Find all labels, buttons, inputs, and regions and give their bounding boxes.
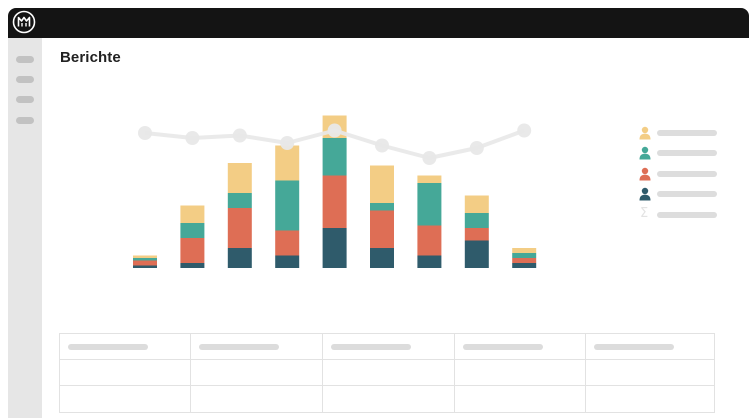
bar-segment-6-4[interactable] xyxy=(370,165,394,204)
bar-segment-3-4[interactable] xyxy=(227,163,252,193)
legend-item-3 xyxy=(638,167,728,181)
bar-segment-2-3[interactable] xyxy=(180,223,205,238)
bar-segment-1-3[interactable] xyxy=(133,258,157,261)
table-cell xyxy=(323,386,455,412)
table-cell xyxy=(191,360,323,385)
bar-segment-7-4[interactable] xyxy=(417,175,442,184)
table-cell xyxy=(586,386,714,412)
trend-point-1[interactable] xyxy=(138,126,152,140)
bar-segment-2-2[interactable] xyxy=(180,238,205,263)
cell-placeholder xyxy=(463,344,543,350)
trend-point-7[interactable] xyxy=(422,151,437,165)
bar-segment-5-2[interactable] xyxy=(322,175,347,229)
table-cell xyxy=(323,360,455,385)
bar-segment-3-1[interactable] xyxy=(227,248,252,268)
bar-segment-4-4[interactable] xyxy=(275,145,300,181)
report-table xyxy=(59,333,715,413)
table-cell xyxy=(455,386,586,412)
bar-segment-7-1[interactable] xyxy=(417,255,442,269)
legend-label-placeholder xyxy=(657,130,717,136)
legend-label-placeholder xyxy=(657,212,717,218)
user-icon xyxy=(639,187,651,201)
bar-segment-9-4[interactable] xyxy=(512,248,537,253)
bar-segment-3-3[interactable] xyxy=(227,193,252,208)
trend-point-6[interactable] xyxy=(375,138,389,153)
bar-segment-4-2[interactable] xyxy=(275,230,300,256)
user-icon xyxy=(639,146,651,160)
trend-point-5[interactable] xyxy=(327,123,342,138)
bar-segment-4-1[interactable] xyxy=(275,255,300,269)
table-cell xyxy=(586,360,714,385)
bar-segment-9-3[interactable] xyxy=(512,253,537,258)
trend-point-4[interactable] xyxy=(280,136,295,150)
bar-segment-2-1[interactable] xyxy=(180,263,205,268)
legend-item-1 xyxy=(638,126,728,140)
sigma-icon: Σ xyxy=(640,206,649,221)
table-header-cell[interactable] xyxy=(323,334,455,359)
user-icon xyxy=(639,126,651,140)
bar-segment-6-1[interactable] xyxy=(370,248,394,268)
user-icon xyxy=(639,167,651,181)
table-header-cell[interactable] xyxy=(60,334,191,359)
bar-segment-8-3[interactable] xyxy=(464,213,489,228)
bar-segment-9-1[interactable] xyxy=(512,263,537,268)
trend-point-2[interactable] xyxy=(185,131,200,145)
legend-label-placeholder xyxy=(657,150,717,156)
report-window: Berichte Σ xyxy=(8,8,749,418)
table-header-cell[interactable] xyxy=(191,334,323,359)
legend-item-5: Σ xyxy=(638,206,728,222)
table-header-row xyxy=(60,334,714,360)
bar-segment-8-2[interactable] xyxy=(464,228,489,241)
table-cell xyxy=(191,386,323,412)
bar-segment-5-1[interactable] xyxy=(322,228,347,268)
table-cell xyxy=(60,386,191,412)
bar-segment-6-3[interactable] xyxy=(370,203,394,211)
cell-placeholder xyxy=(594,344,674,350)
bar-segment-1-1[interactable] xyxy=(133,265,157,269)
cell-placeholder xyxy=(68,344,148,350)
bar-segment-1-2[interactable] xyxy=(133,260,157,266)
legend-item-4 xyxy=(638,187,728,201)
table-header-cell[interactable] xyxy=(455,334,586,359)
table-cell xyxy=(455,360,586,385)
bar-segment-9-2[interactable] xyxy=(512,258,537,263)
table-cell xyxy=(60,360,191,385)
bar-segment-7-2[interactable] xyxy=(417,225,442,256)
legend-item-2 xyxy=(638,146,728,160)
bar-segment-6-2[interactable] xyxy=(370,210,394,249)
legend-label-placeholder xyxy=(657,191,717,197)
bar-segment-8-4[interactable] xyxy=(464,195,489,214)
table-header-cell[interactable] xyxy=(586,334,714,359)
bar-segment-4-3[interactable] xyxy=(275,180,300,231)
bar-segment-7-3[interactable] xyxy=(417,183,442,226)
trend-point-9[interactable] xyxy=(517,123,532,138)
trend-point-8[interactable] xyxy=(469,141,484,155)
bar-segment-1-4[interactable] xyxy=(133,255,157,259)
table-row[interactable] xyxy=(60,360,714,386)
table-row[interactable] xyxy=(60,386,714,412)
cell-placeholder xyxy=(199,344,279,350)
cell-placeholder xyxy=(331,344,411,350)
bar-segment-2-4[interactable] xyxy=(180,205,205,224)
legend-label-placeholder xyxy=(657,171,717,177)
bar-segment-3-2[interactable] xyxy=(227,208,252,248)
bar-segment-5-3[interactable] xyxy=(322,138,347,176)
trend-point-3[interactable] xyxy=(232,128,247,143)
bar-segment-8-1[interactable] xyxy=(464,240,489,269)
